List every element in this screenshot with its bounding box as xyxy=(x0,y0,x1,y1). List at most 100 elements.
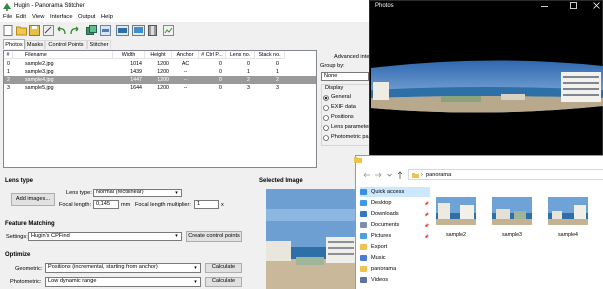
nav-item[interactable]: Music xyxy=(360,253,430,263)
preview-icon[interactable] xyxy=(116,25,129,36)
cell-lens: 2 xyxy=(247,77,250,83)
star-icon xyxy=(360,189,367,195)
photometric-optimize-select[interactable]: Low dynamic range ▾ xyxy=(45,277,201,287)
nav-item[interactable]: Desktop 📌 xyxy=(360,198,430,208)
cell-width: 1439 xyxy=(130,69,142,75)
feature-matching-select[interactable]: Hugin's CPFind ▾ xyxy=(28,232,182,241)
table-row[interactable]: 3 sample5.jpg 1644 1200 -- 0 3 3 xyxy=(4,84,316,92)
menu-file[interactable]: File xyxy=(3,14,12,21)
undo-icon[interactable] xyxy=(57,25,66,36)
column-header-num[interactable]: # xyxy=(4,51,13,59)
nav-item-label: Quick access xyxy=(371,189,405,195)
layout-icon[interactable] xyxy=(148,25,157,36)
maximize-icon[interactable] xyxy=(570,2,577,9)
file-thumbnail[interactable] xyxy=(492,191,532,229)
file-name: sample4 xyxy=(557,232,579,238)
column-header-height[interactable]: Height xyxy=(145,51,172,59)
column-header-width[interactable]: Width xyxy=(113,51,145,59)
menu-interface[interactable]: Interface xyxy=(50,14,73,21)
radio-icon[interactable] xyxy=(323,105,329,111)
geometric-optimize-select[interactable]: Positions (incremental, starting from an… xyxy=(45,263,201,273)
photos-window: Photos xyxy=(369,0,603,169)
add-images-icon[interactable] xyxy=(86,25,97,36)
column-header-stack-no[interactable]: Stack no. xyxy=(255,51,285,59)
menu-output[interactable]: Output xyxy=(78,14,95,21)
radio-icon[interactable] xyxy=(323,115,329,121)
nav-item[interactable]: Videos xyxy=(360,275,430,285)
photometric-calculate-button[interactable]: Calculate xyxy=(205,277,242,287)
forward-icon[interactable] xyxy=(375,172,382,178)
redo-icon[interactable] xyxy=(70,25,79,36)
nav-item[interactable]: Downloads 📌 xyxy=(360,209,430,219)
nav-item-label: Export xyxy=(371,244,388,250)
table-row[interactable]: 2 sample4.jpg 1447 1200 -- 0 2 2 xyxy=(4,76,316,84)
minimize-icon[interactable] xyxy=(541,4,548,9)
cell-filename: sample2.jpg xyxy=(25,61,54,67)
document-icon xyxy=(360,222,367,228)
focal-length-multiplier-input[interactable]: 1 xyxy=(194,200,219,209)
table-row[interactable]: 0 sample2.jpg 1014 1200 AC 0 0 0 xyxy=(4,60,316,68)
align-icon[interactable] xyxy=(100,25,111,36)
geometric-calculate-button[interactable]: Calculate xyxy=(205,263,242,273)
nav-item[interactable]: panorama xyxy=(360,264,430,274)
radio-icon[interactable] xyxy=(323,135,329,141)
cell-stack: 2 xyxy=(276,77,279,83)
lens-type-title: Lens type xyxy=(5,178,34,184)
file-name: sample3 xyxy=(501,232,523,238)
images-table[interactable]: # Filename Width Height Anchor # Ctrl P.… xyxy=(3,50,317,168)
menu-help[interactable]: Help xyxy=(101,14,113,21)
focal-length-input[interactable]: 0,145 xyxy=(93,200,119,209)
focal-length-multiplier-unit: x xyxy=(221,202,224,208)
advanced-interface-label: Advanced inte xyxy=(334,54,370,60)
column-header-lens-no[interactable]: Lens no. xyxy=(226,51,255,59)
radio-icon[interactable] xyxy=(323,95,329,101)
group-by-select[interactable]: None xyxy=(321,72,369,81)
wizard-icon[interactable] xyxy=(43,25,54,36)
nav-item[interactable]: Pictures 📌 xyxy=(360,231,430,241)
column-header-ctrl-points[interactable]: # Ctrl P... xyxy=(199,51,226,59)
cell-num: 2 xyxy=(7,77,10,83)
tab-photos[interactable]: Photos xyxy=(3,39,25,49)
cell-stack: 0 xyxy=(276,61,279,67)
menu-edit[interactable]: Edit xyxy=(16,14,26,21)
new-project-icon[interactable] xyxy=(3,25,13,36)
nav-item[interactable]: Documents 📌 xyxy=(360,220,430,230)
file-thumbnail[interactable] xyxy=(436,191,476,229)
pin-icon: 📌 xyxy=(424,200,429,206)
cell-height: 1200 xyxy=(157,69,169,75)
download-icon xyxy=(360,211,367,217)
recent-dropdown-icon[interactable] xyxy=(387,172,392,178)
lens-type-select[interactable]: Normal (rectilinear) ▾ xyxy=(93,189,182,197)
photos-window-title: Photos xyxy=(375,3,394,9)
create-control-points-button[interactable]: Create control points xyxy=(186,231,242,242)
table-row[interactable]: 1 sample3.jpg 1439 1200 -- 0 1 1 xyxy=(4,68,316,76)
cell-filename: sample3.jpg xyxy=(25,69,54,75)
nav-item[interactable]: Quick access xyxy=(360,187,430,197)
pictures-icon xyxy=(360,233,367,239)
menu-view[interactable]: View xyxy=(32,14,44,21)
address-bar[interactable]: › panorama xyxy=(408,169,603,180)
settings-label: Settings: xyxy=(6,234,28,240)
display-option-label: Positions xyxy=(331,114,354,120)
nav-item[interactable]: Export xyxy=(360,242,430,252)
tab-stitcher[interactable]: Stitcher xyxy=(87,40,111,49)
save-project-icon[interactable] xyxy=(29,25,40,36)
tab-control-points[interactable]: Control Points xyxy=(45,40,87,49)
cell-lens: 0 xyxy=(247,61,250,67)
up-arrow-icon[interactable] xyxy=(397,171,403,179)
radio-icon[interactable] xyxy=(323,125,329,131)
close-icon[interactable] xyxy=(593,2,600,9)
cell-ctrl: 0 xyxy=(219,77,222,83)
file-thumbnail[interactable] xyxy=(548,191,588,229)
geometric-optimize-value: Positions (incremental, starting from an… xyxy=(48,264,158,271)
fast-preview-icon[interactable] xyxy=(132,25,145,36)
open-project-icon[interactable] xyxy=(16,25,27,36)
back-icon[interactable] xyxy=(363,172,370,178)
column-header-anchor[interactable]: Anchor xyxy=(172,51,199,59)
stitch-icon[interactable] xyxy=(163,25,174,36)
column-header-filename[interactable]: Filename xyxy=(13,51,113,59)
add-images-button[interactable]: Add images... xyxy=(11,193,55,206)
tab-masks[interactable]: Masks xyxy=(25,40,45,49)
cell-filename: sample4.jpg xyxy=(25,77,54,83)
tab-masks-label: Masks xyxy=(26,42,44,48)
